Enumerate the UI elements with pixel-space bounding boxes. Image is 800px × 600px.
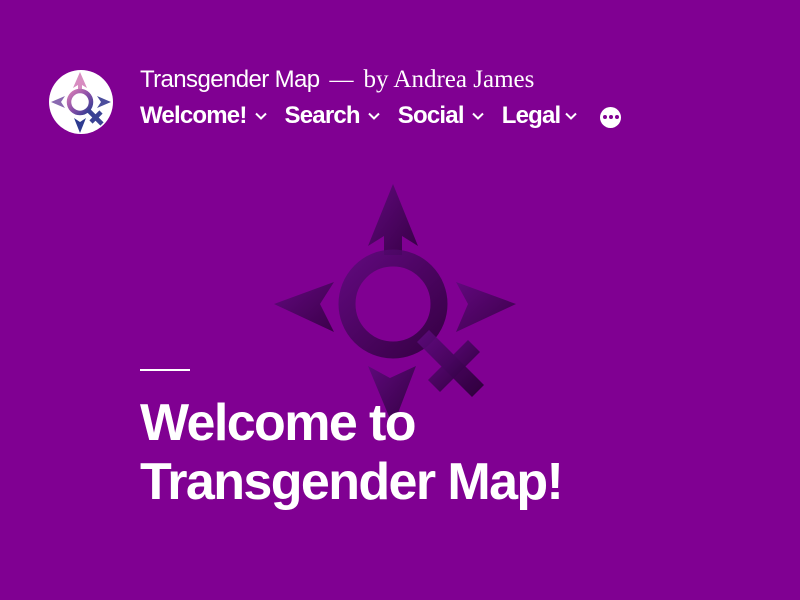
title-separator: — <box>329 67 354 93</box>
dot <box>602 115 607 119</box>
hero-title: Welcome to Transgender Map! <box>140 394 760 512</box>
chevron-down-icon[interactable] <box>471 112 484 120</box>
chevron-down-icon[interactable] <box>254 112 267 120</box>
nav-item-label: Legal <box>501 102 561 129</box>
dot <box>608 115 613 119</box>
dot <box>614 115 619 119</box>
hero-title-line-1: Welcome to <box>140 394 416 452</box>
hero-title-line-2: Transgender Map! <box>140 453 564 511</box>
primary-navigation: Welcome! Search Social Legal <box>140 102 622 130</box>
nav-item-label: Welcome! <box>140 102 247 129</box>
site-branding: Transgender Map — by Andrea James <box>140 66 534 94</box>
chevron-down-icon[interactable] <box>565 112 578 120</box>
nav-item-search[interactable]: Search <box>285 102 380 130</box>
hero-divider <box>140 369 190 371</box>
transgender-compass-emblem-icon <box>274 184 516 426</box>
site-description: by Andrea James <box>363 66 535 93</box>
transgender-compass-logo-icon <box>51 72 111 133</box>
nav-item-label: Social <box>397 102 465 129</box>
nav-item-social[interactable]: Social <box>398 102 484 130</box>
chevron-down-icon[interactable] <box>368 112 380 120</box>
site-title-link[interactable]: Transgender Map <box>140 66 320 94</box>
site-logo[interactable] <box>49 70 113 134</box>
nav-item-legal[interactable]: Legal <box>502 102 578 130</box>
more-horizontal-icon[interactable] <box>600 106 622 128</box>
nav-item-welcome[interactable]: Welcome! <box>140 102 267 130</box>
nav-item-label: Search <box>284 102 361 129</box>
